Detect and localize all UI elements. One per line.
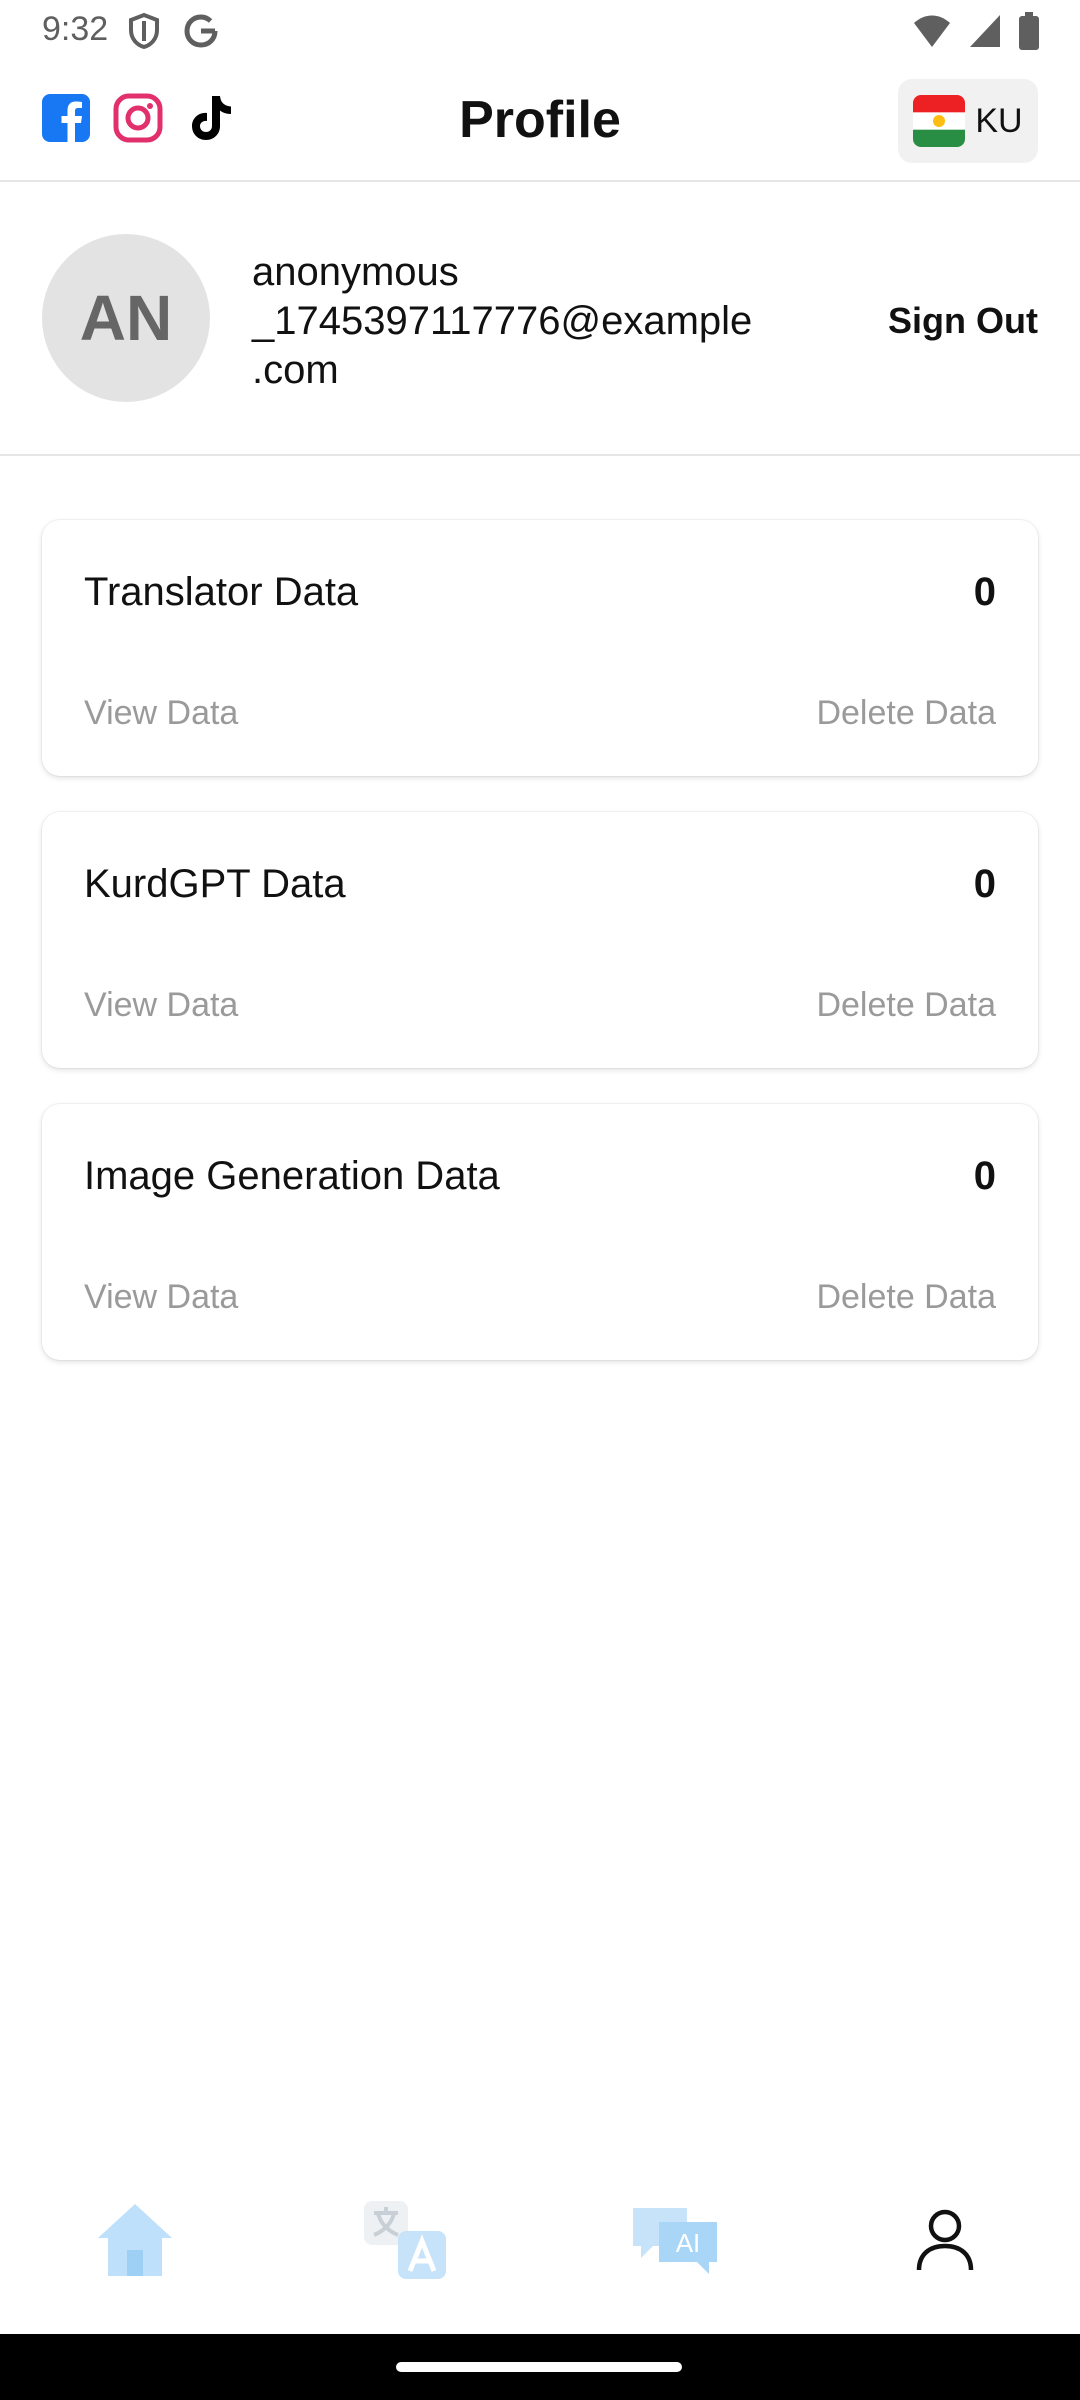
nav-ai-chat[interactable]: AI — [625, 2190, 725, 2290]
view-data-button[interactable]: View Data — [84, 986, 238, 1025]
system-navigation-bar — [0, 2334, 1080, 2400]
avatar: AN — [42, 234, 210, 402]
translate-icon — [364, 2201, 446, 2279]
translator-data-card: Translator Data 0 View Data Delete Data — [42, 520, 1038, 776]
user-email: anonymous _1745397117776@example .com — [252, 248, 812, 395]
view-data-button[interactable]: View Data — [84, 694, 238, 733]
email-line: anonymous — [252, 250, 459, 294]
delete-data-button[interactable]: Delete Data — [816, 986, 996, 1025]
email-line: .com — [252, 348, 339, 392]
language-button[interactable]: KU — [898, 79, 1038, 163]
card-count: 0 — [973, 1154, 996, 1198]
card-title: Translator Data — [84, 570, 359, 614]
home-icon — [98, 2204, 172, 2276]
nav-home[interactable] — [85, 2190, 185, 2290]
profile-icon — [916, 2209, 974, 2271]
nav-profile[interactable] — [895, 2190, 995, 2290]
card-title: KurdGPT Data — [84, 862, 346, 906]
view-data-button[interactable]: View Data — [84, 1278, 238, 1317]
wifi-icon — [914, 15, 950, 47]
shield-icon — [129, 12, 159, 50]
card-count: 0 — [973, 862, 996, 906]
delete-data-button[interactable]: Delete Data — [816, 694, 996, 733]
profile-section: AN anonymous _1745397117776@example .com… — [0, 182, 1080, 456]
ai-badge-text: AI — [676, 2228, 701, 2258]
card-title: Image Generation Data — [84, 1154, 500, 1198]
google-icon — [184, 14, 218, 48]
language-code: KU — [975, 101, 1023, 140]
app-header: Profile KU — [0, 62, 1080, 182]
status-time: 9:32 — [42, 10, 109, 48]
kurdistan-flag-icon — [913, 95, 966, 147]
ai-chat-icon: AI — [633, 2208, 717, 2274]
home-gesture-handle[interactable] — [396, 2362, 682, 2372]
kurdgpt-data-card: KurdGPT Data 0 View Data Delete Data — [42, 812, 1038, 1068]
email-line: _1745397117776@example — [252, 299, 753, 343]
profile-screen: 9:32 Profile KU AN anonymous _1745397117… — [0, 0, 1080, 2400]
status-bar: 9:32 — [0, 0, 1080, 62]
nav-translate[interactable] — [355, 2190, 455, 2290]
sign-out-button[interactable]: Sign Out — [888, 300, 1038, 342]
bottom-navigation: AI — [0, 2160, 1080, 2300]
battery-icon — [1019, 12, 1039, 50]
image-generation-data-card: Image Generation Data 0 View Data Delete… — [42, 1104, 1038, 1360]
card-count: 0 — [973, 570, 996, 614]
delete-data-button[interactable]: Delete Data — [816, 1278, 996, 1317]
signal-icon — [970, 15, 1000, 47]
status-right — [912, 12, 1040, 50]
